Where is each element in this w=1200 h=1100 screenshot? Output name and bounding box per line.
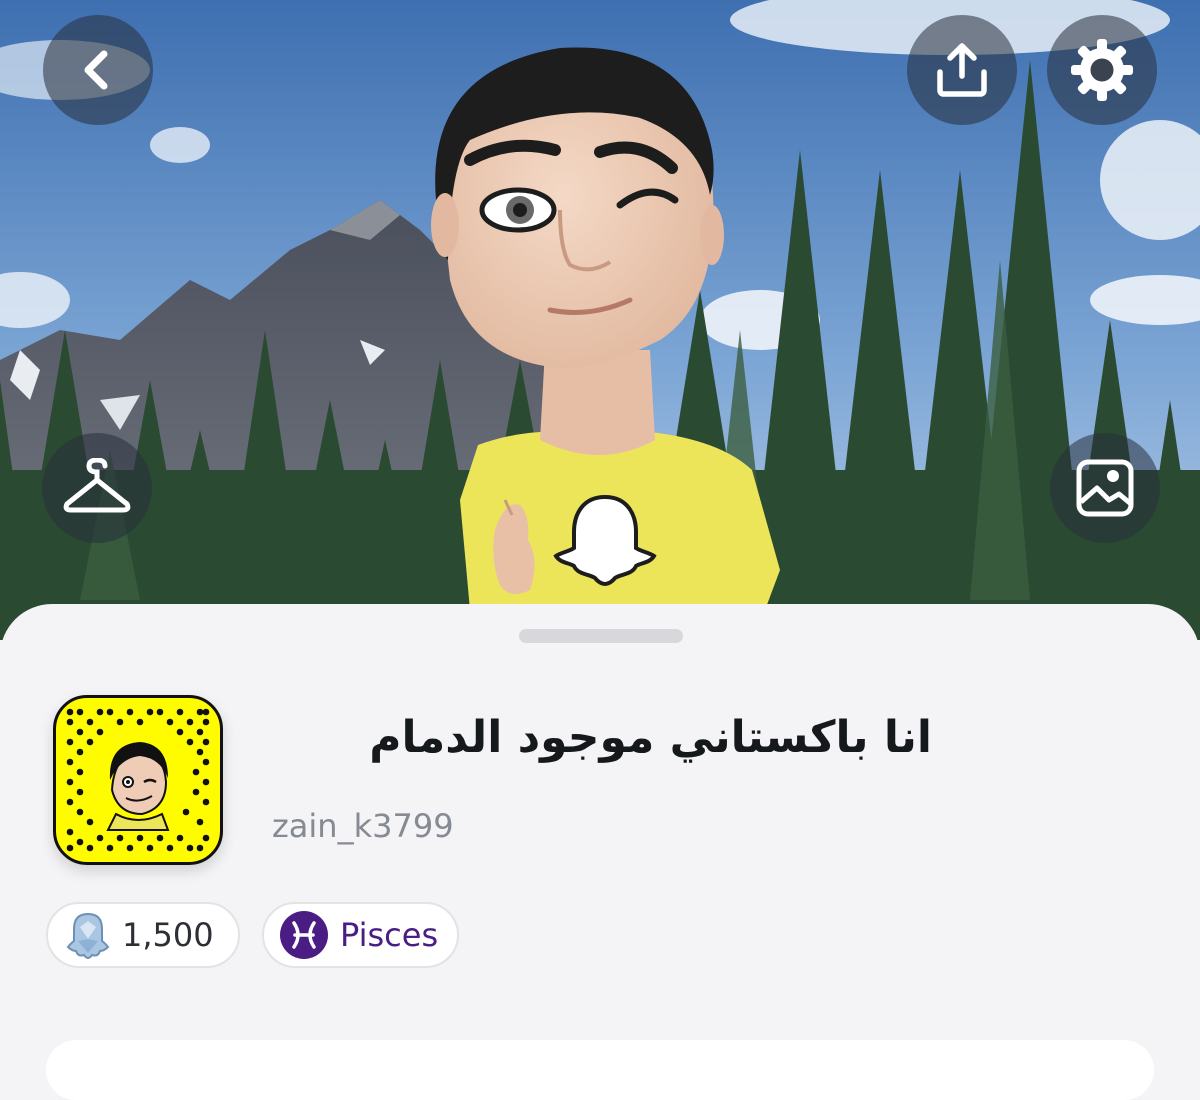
snapscore-value: 1,500 [122,916,214,954]
ghost-crystal-icon [66,912,110,959]
profile-sheet: انا باكستاني موجود الدمام zain_k3799 1,5… [0,604,1200,1100]
sheet-grabber[interactable] [519,629,683,643]
outfit-button[interactable] [42,433,152,543]
display-name: انا باكستاني موجود الدمام [369,712,932,763]
snapcode-image [66,708,210,852]
upload-icon [937,43,987,97]
zodiac-chip[interactable]: Pisces [262,902,459,968]
profile-header-scene [0,0,1200,640]
pisces-icon [280,911,328,959]
back-button[interactable] [43,15,153,125]
zodiac-label: Pisces [340,916,439,954]
username[interactable]: zain_k3799 [272,807,454,845]
snapscore-chip[interactable]: 1,500 [46,902,240,968]
background-landscape [0,0,1200,640]
chevron-left-icon [84,50,108,90]
snapcode[interactable] [53,695,223,865]
settings-button[interactable] [1047,15,1157,125]
hanger-icon [63,458,131,513]
share-profile-button[interactable] [907,15,1017,125]
image-icon [1076,459,1134,517]
change-background-button[interactable] [1050,433,1160,543]
profile-section-card[interactable] [46,1040,1154,1100]
gear-icon [1071,39,1133,101]
